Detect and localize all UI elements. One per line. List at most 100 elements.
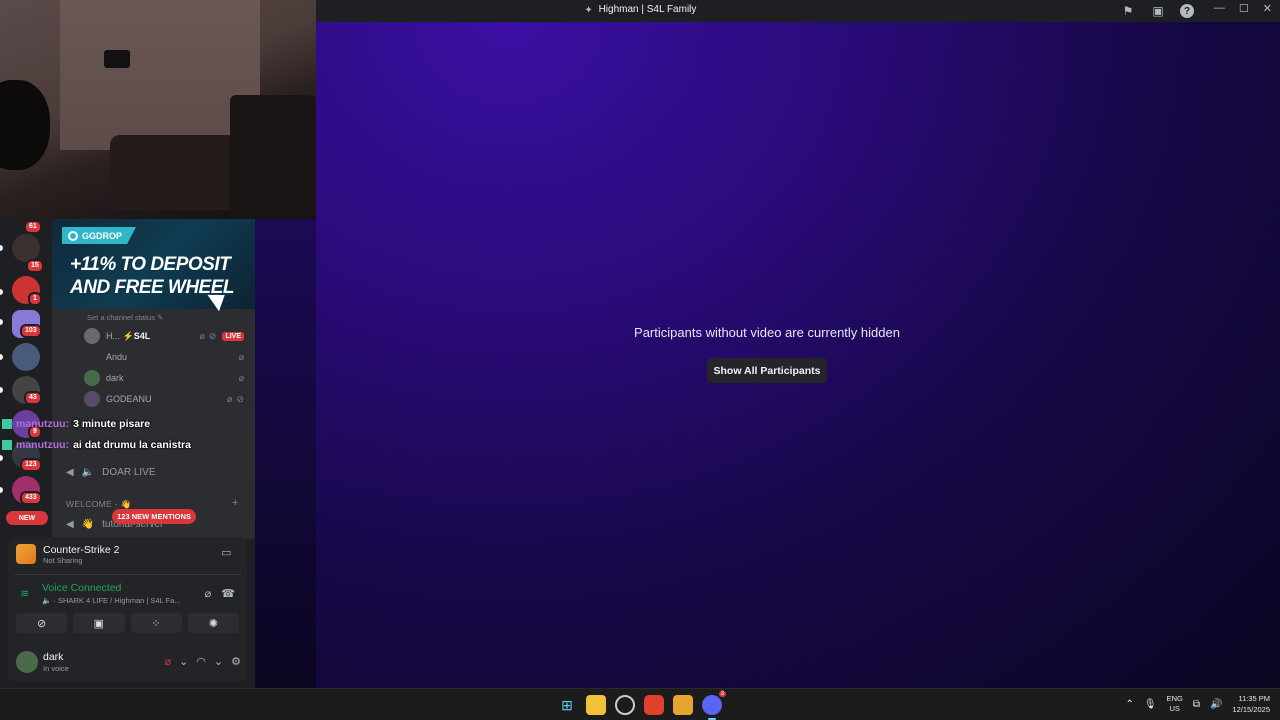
activities-button[interactable]: ⁘ <box>130 613 182 633</box>
clock-time: 11:35 PM <box>1238 694 1270 703</box>
chevron-down-icon[interactable]: ⌄ <box>214 655 223 668</box>
steam-icon[interactable] <box>615 695 635 715</box>
voice-channel-path[interactable]: 🔈 · SHARK 4 LIFE / Highman | S4L Fa... <box>42 596 181 605</box>
taskbar: ⊞ 3 ⌃ 🎙 ENG US ⧉ 🔊 11:35 PM 12/15/2025 <box>0 688 1280 720</box>
voice-connection: ≋ Voice Connected 🔈 · SHARK 4 LIFE / Hig… <box>20 581 235 607</box>
chevron-up-icon[interactable]: ⌃ <box>1126 699 1134 710</box>
add-channel-icon[interactable]: + <box>232 497 238 509</box>
file-explorer-icon[interactable] <box>586 695 606 715</box>
lightning-icon: ⚡ <box>122 330 134 341</box>
avatar[interactable] <box>16 651 38 673</box>
guild-badge: 433 <box>20 491 42 505</box>
minimize-button[interactable]: — <box>1214 2 1225 15</box>
hidden-participants-message: Participants without video are currently… <box>634 325 900 340</box>
unread-pill <box>0 387 3 393</box>
mic-muted-icon: ⌀ <box>199 330 205 341</box>
inbox-icon[interactable]: ▣ <box>1150 3 1166 19</box>
user-info: dark In voice ⌀ ⌄ ◠ ⌄ ⚙ <box>16 649 241 675</box>
flag-icon[interactable]: ⚑ <box>1120 3 1136 19</box>
username: dark <box>43 651 64 663</box>
voice-actions: ⊘ ▣ ⁘ ✺ <box>16 613 239 633</box>
channel-status-prompt[interactable]: Set a channel status ✎ <box>87 313 163 322</box>
guild-badge: 15 <box>26 259 44 273</box>
headphones-icon[interactable]: ◠ <box>196 655 206 668</box>
cs2-icon[interactable] <box>673 695 693 715</box>
speaker-icon: 🔈 <box>81 466 95 478</box>
microphone-icon[interactable]: 🎙 <box>1144 699 1157 710</box>
banner-brand: GGDROP <box>62 227 137 244</box>
user-badge-icon <box>2 419 12 429</box>
overlay-chat-message: manutzuu: 3 minute pisare <box>2 416 150 432</box>
game-name: Counter-Strike 2 <box>43 543 120 556</box>
member-name: H... ⚡S4L <box>106 331 195 342</box>
maximize-button[interactable]: ☐ <box>1239 2 1249 15</box>
start-button[interactable]: ⊞ <box>557 695 577 715</box>
unread-pill <box>0 289 3 295</box>
avatar <box>84 328 100 344</box>
unread-pill <box>0 455 3 461</box>
stage-view <box>316 22 1280 688</box>
member-name: GODEANU <box>106 394 152 404</box>
clock-date: 12/15/2025 <box>1232 705 1270 714</box>
webcam-overlay <box>0 0 316 219</box>
deafened-icon: ⊘ <box>208 330 217 341</box>
keyboard-layout: US <box>1169 704 1180 713</box>
megaphone-icon: ◀ <box>66 518 74 530</box>
mic-muted-icon[interactable]: ⌀ <box>164 655 171 668</box>
soundboard-button[interactable]: ✺ <box>187 613 239 633</box>
close-button[interactable]: ✕ <box>1263 2 1272 15</box>
unread-pill <box>0 354 3 360</box>
sharing-status: Not Sharing <box>43 555 83 565</box>
member-tag: S4L <box>133 330 151 341</box>
language-indicator[interactable]: ENG US <box>1167 694 1183 714</box>
megaphone-icon: ◀ <box>66 466 74 478</box>
live-badge: LIVE <box>222 331 244 341</box>
mic-muted-icon: ⌀ <box>238 351 244 362</box>
activity-row: Counter-Strike 2 Not Sharing ▭ <box>16 540 241 568</box>
chat-text: ai dat drumu la canistra <box>73 439 191 451</box>
voice-member[interactable]: Andu ⌀ <box>84 348 244 366</box>
clock[interactable]: 11:35 PM 12/15/2025 <box>1232 693 1270 715</box>
new-unreads-badge[interactable]: NEW <box>6 511 48 525</box>
network-icon[interactable]: ⧉ <box>1193 699 1200 710</box>
noise-suppression-icon[interactable]: ⌀ <box>205 587 212 600</box>
banner-brand-text: GGDROP <box>82 230 123 241</box>
wave-icon: 👋 <box>81 518 95 530</box>
speaker-icon: 🔈 <box>42 596 52 605</box>
pencil-icon: ✎ <box>157 313 164 322</box>
avatar <box>84 349 100 365</box>
share-screen-icon[interactable]: ▭ <box>221 546 235 560</box>
chat-author: manutzuu: <box>16 439 70 451</box>
new-mentions-badge[interactable]: 123 NEW MENTIONS <box>112 509 196 524</box>
stage-channel-doar-live[interactable]: ◀ 🔈 DOAR LIVE <box>66 464 156 480</box>
member-name-text: H... <box>106 330 121 341</box>
brand-logo-icon <box>68 230 78 241</box>
guild-badge: 61 <box>24 220 42 234</box>
discord-badge: 3 <box>718 691 726 697</box>
server-icon[interactable] <box>12 234 40 262</box>
channel-name: DOAR LIVE <box>102 466 156 478</box>
show-all-participants-button[interactable]: Show All Participants <box>707 358 827 383</box>
voice-member[interactable]: dark ⌀ <box>84 369 244 387</box>
camera-off-button[interactable]: ⊘ <box>16 613 68 633</box>
help-icon[interactable]: ? <box>1180 4 1194 18</box>
voice-member[interactable]: GODEANU ⌀ ⊘ <box>84 390 244 408</box>
user-panel: Counter-Strike 2 Not Sharing ▭ ≋ Voice C… <box>8 537 247 681</box>
channel-status-text: Set a channel status <box>87 313 155 322</box>
volume-icon[interactable]: 🔊 <box>1210 699 1222 710</box>
server-icon[interactable] <box>12 343 40 371</box>
unread-pill <box>0 319 3 325</box>
gear-icon[interactable]: ⚙ <box>231 655 241 668</box>
avatar <box>84 370 100 386</box>
window-title-text: Highman | S4L Family <box>598 4 697 15</box>
discord-icon[interactable]: 3 <box>702 691 726 720</box>
brave-icon[interactable] <box>644 695 664 715</box>
server-banner[interactable]: GGDROP +11% TO DEPOSIT AND FREE WHEEL <box>52 219 255 312</box>
chevron-down-icon[interactable]: ⌄ <box>179 655 188 668</box>
member-name: dark <box>106 373 124 383</box>
voice-member[interactable]: H... ⚡S4L ⌀ ⊘ LIVE <box>84 327 244 345</box>
guild-badge: 123 <box>20 458 42 472</box>
screen-share-button[interactable]: ▣ <box>73 613 125 633</box>
disconnect-icon[interactable]: ☎ <box>221 587 235 600</box>
signal-icon[interactable]: ≋ <box>20 587 29 600</box>
